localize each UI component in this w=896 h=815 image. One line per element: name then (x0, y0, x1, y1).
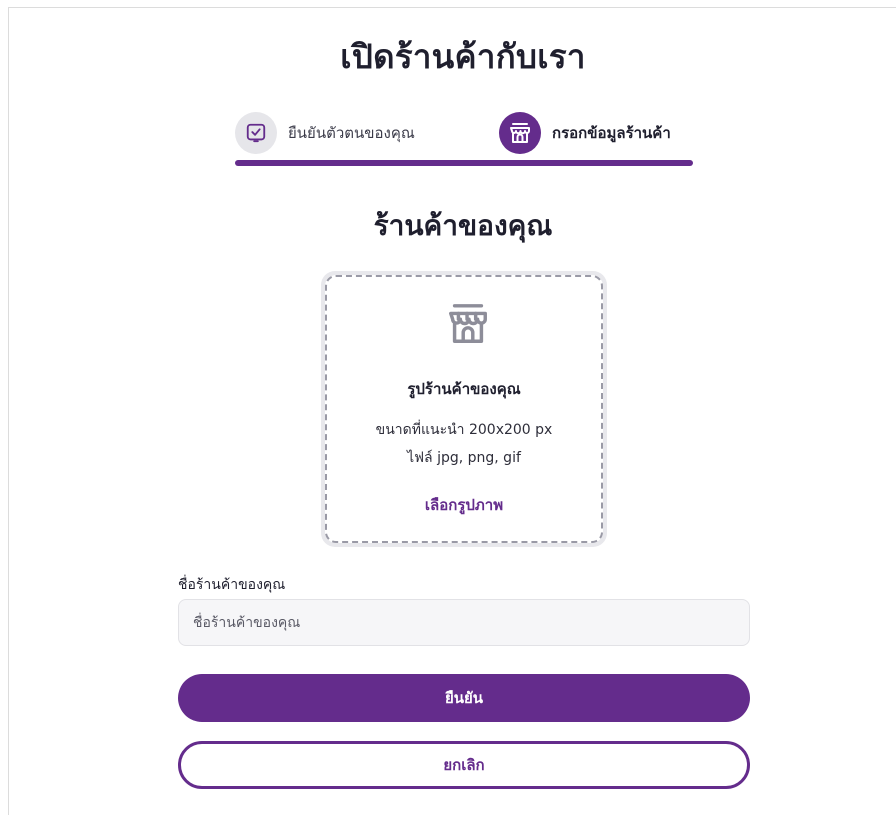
step-shop-info[interactable]: กรอกข้อมูลร้านค้า (499, 111, 671, 155)
step-shop-info-label: กรอกข้อมูลร้านค้า (552, 124, 671, 142)
step-verify-identity-circle (235, 112, 277, 154)
stepper-progress-bar (235, 160, 693, 166)
storefront-icon (449, 304, 487, 343)
step-shop-info-circle (499, 112, 541, 154)
page-title: เปิดร้านค้ากับเรา (340, 37, 586, 76)
cancel-button[interactable]: ยกเลิก (178, 741, 750, 789)
section-title: ร้านค้าของคุณ (373, 209, 553, 242)
upload-file-types-hint: ไฟล์ jpg, png, gif (407, 450, 521, 466)
stepper: ยืนยันตัวตนของคุณ กรอกข้อมูลร้านค้า (235, 111, 693, 169)
step-verify-identity[interactable]: ยืนยันตัวตนของคุณ (235, 111, 415, 155)
shop-name-label: ชื่อร้านค้าของคุณ (178, 577, 286, 593)
upload-title: รูปร้านค้าของคุณ (407, 380, 521, 398)
step-verify-identity-label: ยืนยันตัวตนของคุณ (288, 124, 415, 142)
check-square-icon (246, 123, 266, 143)
image-upload-dropzone[interactable]: รูปร้านค้าของคุณ ขนาดที่แนะนำ 200x200 px… (325, 275, 603, 543)
image-upload-area[interactable]: รูปร้านค้าของคุณ ขนาดที่แนะนำ 200x200 px… (321, 271, 607, 547)
confirm-button[interactable]: ยืนยัน (178, 674, 750, 722)
select-image-link[interactable]: เลือกรูปภาพ (327, 493, 601, 517)
upload-size-hint: ขนาดที่แนะนำ 200x200 px (375, 422, 553, 438)
storefront-icon (510, 123, 530, 143)
shop-name-input[interactable] (178, 599, 750, 646)
